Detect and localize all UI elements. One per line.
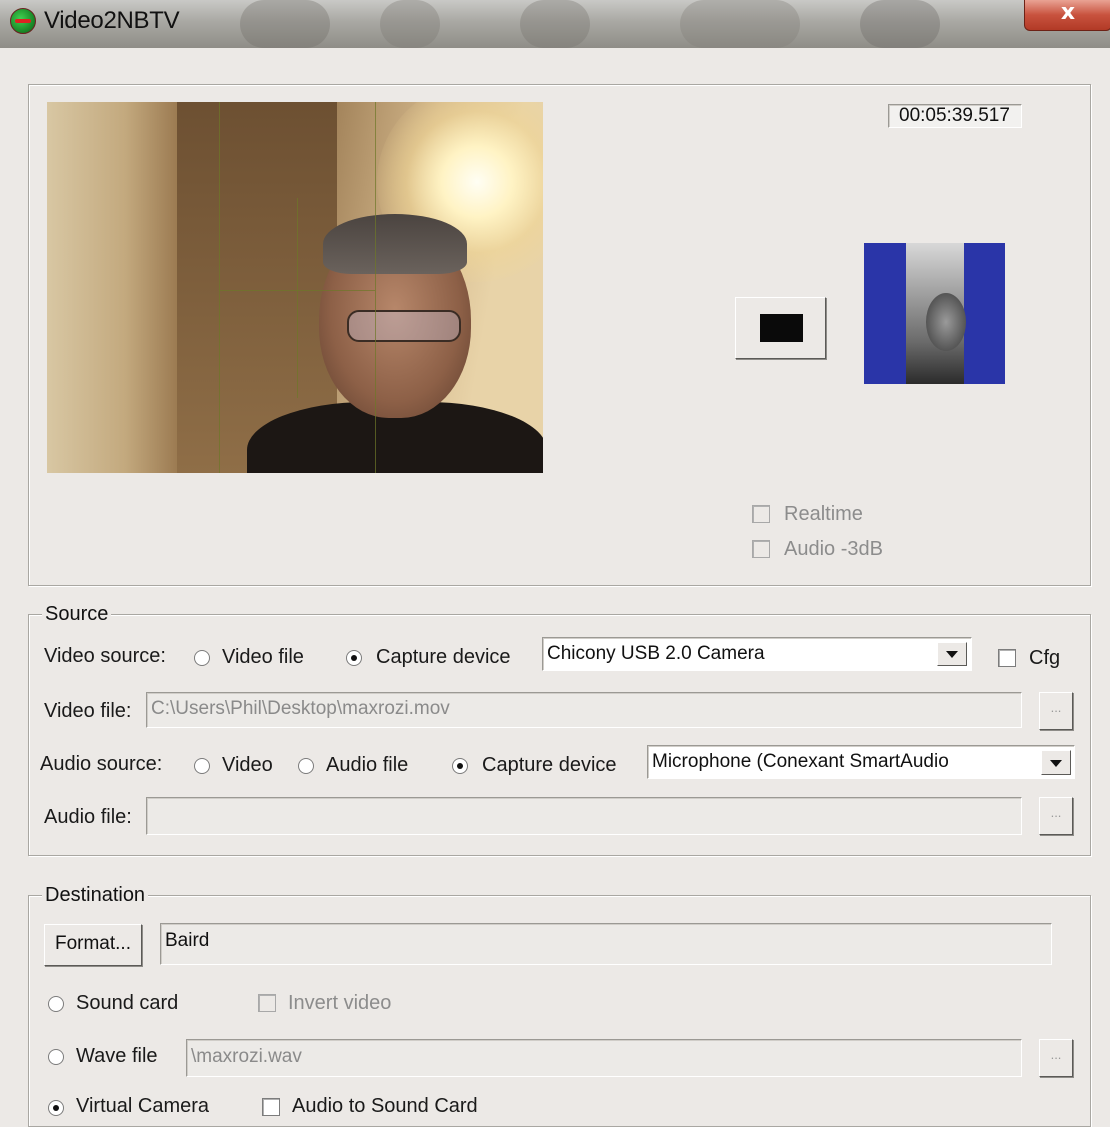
realtime-label: Realtime xyxy=(784,503,863,525)
video-file-field[interactable]: C:\Users\Phil\Desktop\maxrozi.mov xyxy=(146,692,1022,728)
video-file-path: C:\Users\Phil\Desktop\maxrozi.mov xyxy=(151,698,450,719)
virtual-camera-radio[interactable] xyxy=(48,1100,64,1116)
format-field: Baird xyxy=(160,923,1052,965)
cfg-checkbox[interactable] xyxy=(998,649,1016,667)
wave-file-path: \maxrozi.wav xyxy=(191,1046,302,1067)
video-device-value: Chicony USB 2.0 Camera xyxy=(547,643,765,664)
video-capture-device-label[interactable]: Capture device xyxy=(376,646,511,669)
virtual-camera-label[interactable]: Virtual Camera xyxy=(76,1095,209,1118)
app-icon xyxy=(10,8,36,34)
video-source-label: Video source: xyxy=(44,645,166,667)
destination-legend: Destination xyxy=(42,884,149,907)
wave-file-label[interactable]: Wave file xyxy=(76,1045,158,1068)
timecode-display: 00:05:39.517 xyxy=(888,104,1022,128)
audio-video-radio[interactable] xyxy=(194,758,210,774)
audio-device-select[interactable]: Microphone (Conexant SmartAudio xyxy=(647,745,1075,779)
video-device-select[interactable]: Chicony USB 2.0 Camera xyxy=(542,637,972,671)
source-legend: Source xyxy=(42,603,112,626)
wave-file-radio[interactable] xyxy=(48,1049,64,1065)
sound-card-label[interactable]: Sound card xyxy=(76,992,178,1015)
video-file-radio[interactable] xyxy=(194,650,210,666)
video-capture-device-radio[interactable] xyxy=(346,650,362,666)
audio-3db-label: Audio -3dB xyxy=(784,538,883,560)
video-file-browse-button[interactable]: ... xyxy=(1039,692,1073,730)
audio-file-option-label[interactable]: Audio file xyxy=(326,754,408,777)
audio-to-sound-card-checkbox[interactable] xyxy=(262,1098,280,1116)
sound-card-radio[interactable] xyxy=(48,996,64,1012)
window-title: Video2NBTV xyxy=(44,7,180,34)
audio-source-label: Audio source: xyxy=(40,753,163,775)
audio-capture-device-radio[interactable] xyxy=(452,758,468,774)
color-swatch-button[interactable] xyxy=(735,297,826,359)
chevron-down-icon[interactable] xyxy=(1041,750,1071,775)
audio-to-sound-card-label: Audio to Sound Card xyxy=(292,1095,478,1117)
audio-file-label: Audio file: xyxy=(44,806,132,828)
nbtv-preview xyxy=(864,243,1005,384)
black-swatch xyxy=(760,314,803,342)
audio-file-radio[interactable] xyxy=(298,758,314,774)
invert-video-label: Invert video xyxy=(288,992,392,1014)
audio-file-browse-button[interactable]: ... xyxy=(1039,797,1073,835)
format-button[interactable]: Format... xyxy=(44,924,142,966)
audio-capture-device-label[interactable]: Capture device xyxy=(482,754,617,777)
audio-3db-checkbox[interactable] xyxy=(752,540,770,558)
close-icon: x xyxy=(1060,0,1076,25)
audio-file-field[interactable] xyxy=(146,797,1022,835)
video-file-option-label[interactable]: Video file xyxy=(222,646,304,669)
invert-video-checkbox[interactable] xyxy=(258,994,276,1012)
cfg-label: Cfg xyxy=(1029,647,1061,669)
wave-file-field[interactable]: \maxrozi.wav xyxy=(186,1039,1022,1077)
title-bar[interactable]: Video2NBTV xyxy=(0,0,1110,48)
video-file-label: Video file: xyxy=(44,700,132,722)
chevron-down-icon[interactable] xyxy=(937,642,967,666)
format-value: Baird xyxy=(165,930,210,951)
realtime-checkbox[interactable] xyxy=(752,505,770,523)
audio-device-value: Microphone (Conexant SmartAudio xyxy=(652,751,949,772)
audio-video-option-label[interactable]: Video xyxy=(222,754,273,777)
wave-file-browse-button[interactable]: ... xyxy=(1039,1039,1073,1077)
close-button[interactable]: x xyxy=(1024,0,1110,31)
video-preview xyxy=(47,102,543,473)
